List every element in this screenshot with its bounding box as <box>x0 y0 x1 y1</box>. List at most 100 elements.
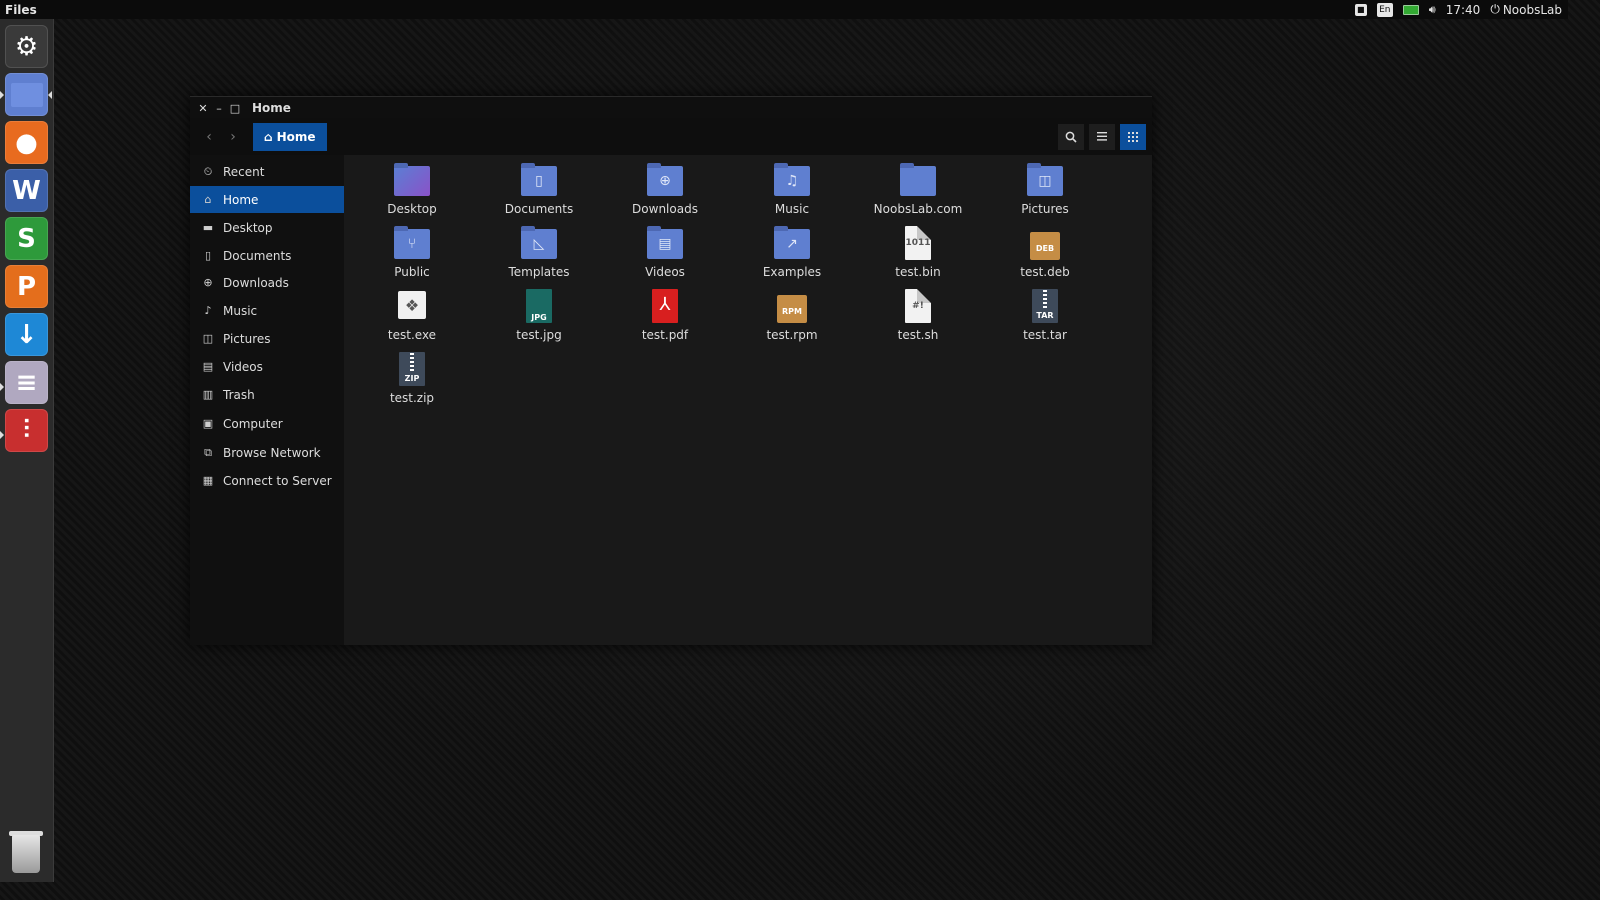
top-panel: Files ■ En 🔊︎ 17:40 ⏻ NoobsLab <box>0 0 1568 19</box>
file-item[interactable]: RPM test.rpm <box>737 289 847 347</box>
pictures-icon: ◫ <box>202 332 214 345</box>
sidebar-item-browse-network[interactable]: ⧉ Browse Network <box>190 439 344 466</box>
launcher-firefox[interactable]: ● <box>5 121 48 164</box>
pdf-icon: ⅄ <box>646 289 684 325</box>
volume-icon[interactable]: 🔊︎ <box>1429 3 1436 17</box>
launcher-mixer[interactable]: ⫶ <box>5 409 48 452</box>
file-label-downloads: Downloads <box>632 202 698 216</box>
trash-icon[interactable] <box>12 835 40 873</box>
notification-icon[interactable]: ■ <box>1354 3 1367 16</box>
doc-text-part: 1011 <box>905 238 931 248</box>
clock[interactable]: 17:40 <box>1446 3 1481 17</box>
file-item[interactable]: ▯ Documents <box>484 163 594 221</box>
exe-icon: ❖ <box>393 289 431 325</box>
box-text-part: RPM <box>782 307 802 316</box>
launcher-files[interactable] <box>5 73 48 116</box>
box-text-part: DEB <box>1035 244 1055 253</box>
title-bar[interactable]: ✕ – □ Home <box>190 96 1152 119</box>
sidebar-item-label: Computer <box>223 416 283 431</box>
file-label-examples: Examples <box>762 265 822 279</box>
keyboard-language-indicator[interactable]: En <box>1376 2 1393 17</box>
sidebar-item-music[interactable]: ♪ Music <box>190 297 344 324</box>
sidebar-item-trash[interactable]: ▥ Trash <box>190 381 344 408</box>
sidebar-item-videos[interactable]: ▤ Videos <box>190 353 344 380</box>
connect-to-server-icon: ▦ <box>202 474 214 487</box>
minimize-icon[interactable]: – <box>212 102 226 115</box>
folder-glyph-part: ⊕ <box>659 173 671 189</box>
folder-glyph-part: ♫ <box>785 173 799 189</box>
toolbar: ‹ › ⌂ Home <box>190 118 1152 155</box>
sidebar-item-desktop[interactable]: ▬ Desktop <box>190 214 344 241</box>
home-icon: ⌂ <box>204 193 212 206</box>
file-item[interactable]: ◫ Pictures <box>990 163 1100 221</box>
folder-icon: ↗ <box>773 226 811 262</box>
launcher-spreadsheet[interactable]: S <box>5 217 48 260</box>
chevron-right-icon: › <box>230 128 236 145</box>
file-item[interactable]: Desktop <box>357 163 467 221</box>
sidebar-item-home[interactable]: ⌂ Home <box>190 186 344 213</box>
sidebar-item-downloads[interactable]: ⊕ Downloads <box>190 269 344 296</box>
launcher-presentation[interactable]: P <box>5 265 48 308</box>
file-item[interactable]: ◺ Templates <box>484 226 594 284</box>
sidebar-item-label: Connect to Server <box>223 473 332 488</box>
folder-icon: ▯ <box>520 163 558 199</box>
files-icon <box>10 82 43 107</box>
arch-text-part: TAR <box>1036 311 1054 320</box>
launcher-dash[interactable]: ⚙ <box>5 25 48 68</box>
downloader-icon: ↓ <box>15 319 38 350</box>
file-item[interactable]: ♫ Music <box>737 163 847 221</box>
file-label-test-bin: test.bin <box>895 265 941 279</box>
maximize-icon[interactable]: □ <box>228 102 242 115</box>
file-label-test-sh: test.sh <box>897 328 939 342</box>
grid-view-button[interactable] <box>1120 123 1146 150</box>
forward-button[interactable]: › <box>221 124 245 150</box>
sidebar-item-label: Home <box>223 192 259 207</box>
sidebar-item-label: Browse Network <box>223 445 321 460</box>
sidebar-item-connect-to-server[interactable]: ▦ Connect to Server <box>190 467 344 494</box>
pdf-glyph-part: ⅄ <box>659 294 671 315</box>
sidebar-item-documents[interactable]: ▯ Documents <box>190 242 344 269</box>
file-item[interactable]: ZIP test.zip <box>357 352 467 410</box>
file-label-pictures: Pictures <box>1021 202 1069 216</box>
box-icon: RPM <box>773 289 811 325</box>
zipper-part <box>410 353 414 371</box>
folder-glyph-part <box>899 166 937 196</box>
folder-icon: ◫ <box>1026 163 1064 199</box>
file-item[interactable]: ⊕ Downloads <box>610 163 720 221</box>
search-button[interactable] <box>1058 123 1084 150</box>
folder-icon: ⑂ <box>393 226 431 262</box>
documents-icon: ▯ <box>204 249 212 262</box>
file-label-test-jpg: test.jpg <box>516 328 562 342</box>
file-item[interactable]: ⅄ test.pdf <box>610 289 720 347</box>
sidebar-item-pictures[interactable]: ◫ Pictures <box>190 325 344 352</box>
file-item[interactable]: 1011 test.bin <box>863 226 973 284</box>
launcher-settings[interactable]: ≡ <box>5 361 48 404</box>
battery-icon[interactable] <box>1402 4 1419 15</box>
back-button[interactable]: ‹ <box>197 124 221 150</box>
file-label-noobslab-com: NoobsLab.com <box>873 202 963 216</box>
file-item[interactable]: NoobsLab.com <box>863 163 973 221</box>
session-menu[interactable]: ⏻ NoobsLab <box>1490 2 1562 17</box>
folder-icon <box>899 163 937 199</box>
list-view-button[interactable] <box>1089 123 1115 150</box>
file-item[interactable]: ▤ Videos <box>610 226 720 284</box>
folder-glyph-part: ↗ <box>786 236 798 252</box>
file-item[interactable]: #! test.sh <box>863 289 973 347</box>
file-item[interactable]: DEB test.deb <box>990 226 1100 284</box>
launcher-writer[interactable]: W <box>5 169 48 212</box>
file-item[interactable]: TAR test.tar <box>990 289 1100 347</box>
file-item[interactable]: ↗ Examples <box>737 226 847 284</box>
sidebar-item-label: Trash <box>223 387 255 402</box>
file-item[interactable]: ❖ test.exe <box>357 289 467 347</box>
file-label-desktop: Desktop <box>387 202 437 216</box>
sidebar-item-computer[interactable]: ▣ Computer <box>190 410 344 437</box>
path-bar-home-button[interactable]: ⌂ Home <box>253 122 327 151</box>
chevron-left-icon: ‹ <box>206 128 212 145</box>
desktop-icon: ▬ <box>202 221 214 234</box>
running-indicator <box>0 431 4 439</box>
close-icon[interactable]: ✕ <box>196 102 210 115</box>
launcher-downloader[interactable]: ↓ <box>5 313 48 356</box>
file-item[interactable]: JPG test.jpg <box>484 289 594 347</box>
sidebar-item-recent[interactable]: ⏲ Recent <box>190 158 344 185</box>
file-item[interactable]: ⑂ Public <box>357 226 467 284</box>
